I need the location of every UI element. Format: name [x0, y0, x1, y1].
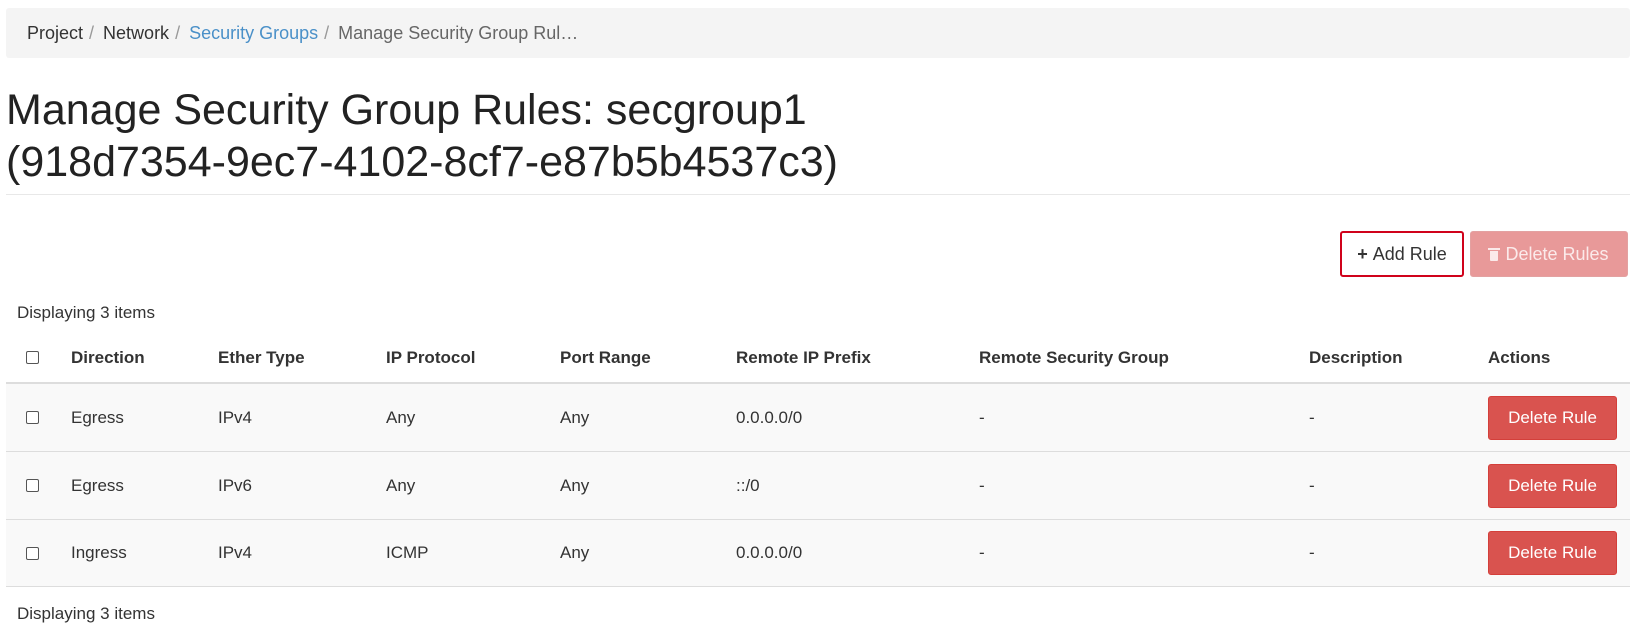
column-header-ip-protocol[interactable]: IP Protocol	[386, 333, 475, 382]
row-checkbox[interactable]	[26, 479, 39, 492]
breadcrumb-separator: /	[175, 22, 181, 43]
cell-ip-protocol: ICMP	[386, 543, 429, 562]
column-header-port-range[interactable]: Port Range	[560, 333, 651, 382]
cell-port-range: Any	[560, 543, 590, 562]
column-header-ether-type[interactable]: Ether Type	[218, 333, 305, 382]
table-row: Egress IPv4 Any Any 0.0.0.0/0 - - Delete…	[6, 383, 1630, 451]
column-header-remote-ip-prefix[interactable]: Remote IP Prefix	[736, 333, 871, 382]
cell-description: -	[1309, 407, 1315, 427]
cell-description: -	[1309, 475, 1315, 495]
cell-remote-ip-prefix: 0.0.0.0/0	[736, 543, 803, 562]
item-count-bottom: Displaying 3 items	[17, 604, 155, 623]
add-rule-button[interactable]: + Add Rule	[1340, 231, 1464, 277]
page-title: Manage Security Group Rules: secgroup1 (…	[6, 84, 1406, 188]
cell-port-range: Any	[560, 407, 590, 427]
breadcrumb: Project / Network / Security Groups / Ma…	[6, 8, 1630, 58]
cell-actions: Delete Rule	[1488, 452, 1617, 519]
cell-direction: Egress	[71, 407, 124, 427]
plus-icon: +	[1357, 244, 1368, 264]
column-header-description[interactable]: Description	[1309, 333, 1403, 382]
cell-ether-type: IPv4	[218, 407, 253, 427]
cell-remote-ip-prefix: 0.0.0.0/0	[736, 407, 803, 427]
breadcrumb-separator: /	[89, 22, 95, 43]
delete-rules-label: Delete Rules	[1505, 243, 1609, 264]
breadcrumb-link-security-groups[interactable]: Security Groups	[189, 23, 318, 44]
cell-direction: Ingress	[71, 543, 127, 562]
delete-rules-button[interactable]: Delete Rules	[1470, 231, 1628, 277]
cell-remote-ip-prefix: ::/0	[736, 475, 760, 495]
cell-ip-protocol: Any	[386, 475, 416, 495]
delete-rule-button[interactable]: Delete Rule	[1488, 395, 1617, 440]
row-select-cell	[26, 520, 39, 586]
cell-remote-security-group: -	[979, 475, 985, 495]
breadcrumb-item-current: Manage Security Group Rul…	[338, 22, 579, 43]
column-header-direction[interactable]: Direction	[71, 333, 145, 382]
cell-ip-protocol: Any	[386, 407, 416, 427]
rules-table: Direction Ether Type IP Protocol Port Ra…	[6, 333, 1630, 587]
column-header-remote-security-group[interactable]: Remote Security Group	[979, 333, 1169, 382]
delete-rule-button[interactable]: Delete Rule	[1488, 463, 1617, 508]
breadcrumb-separator: /	[324, 22, 330, 43]
row-select-cell	[26, 384, 39, 451]
cell-description: -	[1309, 543, 1315, 562]
cell-direction: Egress	[71, 475, 124, 495]
breadcrumb-item-project: Project	[27, 22, 84, 43]
cell-remote-security-group: -	[979, 407, 985, 427]
row-checkbox[interactable]	[26, 546, 39, 560]
cell-actions: Delete Rule	[1488, 520, 1617, 586]
table-row: Ingress IPv4 ICMP Any 0.0.0.0/0 - - Dele…	[6, 519, 1630, 587]
breadcrumb-item-network: Network	[103, 22, 170, 43]
table-header-row: Direction Ether Type IP Protocol Port Ra…	[6, 333, 1630, 383]
column-header-actions: Actions	[1488, 347, 1551, 367]
cell-ether-type: IPv4	[218, 543, 253, 562]
cell-port-range: Any	[560, 475, 590, 495]
page-title-line2: (918d7354-9ec7-4102-8cf7-e87b5b4537c3)	[6, 138, 838, 186]
trash-icon	[1488, 247, 1501, 261]
select-all-checkbox[interactable]	[26, 351, 39, 364]
title-divider	[6, 194, 1630, 195]
delete-rule-button[interactable]: Delete Rule	[1488, 531, 1617, 575]
cell-remote-security-group: -	[979, 543, 985, 562]
page: Project / Network / Security Groups / Ma…	[0, 0, 1642, 631]
row-checkbox[interactable]	[26, 411, 39, 424]
add-rule-label: Add Rule	[1372, 243, 1447, 264]
cell-actions: Delete Rule	[1488, 384, 1617, 451]
table-row: Egress IPv6 Any Any ::/0 - - Delete Rule	[6, 451, 1630, 519]
row-select-cell	[26, 452, 39, 519]
cell-ether-type: IPv6	[218, 475, 253, 495]
page-title-line1: Manage Security Group Rules: secgroup1	[6, 86, 807, 134]
item-count-top: Displaying 3 items	[17, 303, 155, 322]
select-all-cell	[26, 333, 39, 382]
